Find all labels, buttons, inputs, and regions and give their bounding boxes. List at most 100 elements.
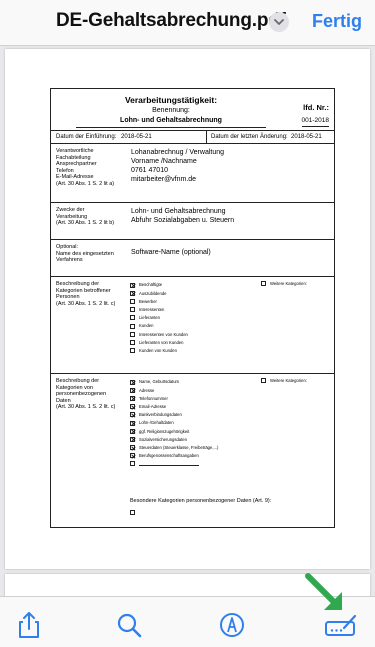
persons-label: Beschreibung der [56, 281, 100, 287]
software-label: Verfahrens [56, 257, 83, 264]
person-category-label: Kunden von Kunden [139, 347, 177, 353]
search-icon[interactable] [114, 611, 144, 639]
bottom-toolbar [0, 596, 375, 647]
phone-value: 0761 47010 [131, 167, 168, 175]
data-category-checkbox[interactable] [130, 387, 135, 393]
data-category-checkbox[interactable] [130, 453, 135, 459]
person-category-label: Bewerber [139, 298, 157, 304]
data-category-item: Bankverbindungsdaten [130, 411, 218, 419]
purpose-values: Lohn- und Gehaltsabrechnung Abfuhr Sozia… [131, 207, 234, 225]
software-label: Optional: [56, 244, 79, 250]
data-label: Daten [56, 397, 71, 404]
data-category-checkbox[interactable] [130, 428, 135, 434]
data-category-checkbox[interactable] [130, 445, 135, 451]
data-category-item: Name, Geburtsdatum [130, 378, 218, 386]
further-categories-label: Weitere Kategorien: [270, 281, 307, 286]
data-category-checkbox[interactable] [130, 395, 135, 401]
naming-label: Benennung: [152, 107, 190, 114]
lfd-value: 001-2018 [301, 117, 329, 128]
signature-icon[interactable] [324, 611, 358, 639]
contact-label: Ansprechpartner [56, 161, 97, 168]
data-category-item: Steuerdaten (Steuerklasse, Freibeträge,.… [130, 444, 218, 452]
form-header: Verarbeitungstätigkeit: Benennung: Lohn-… [51, 89, 334, 130]
person-category-item: Lieferanten von Kunden [130, 338, 188, 346]
person-category-checkbox[interactable] [130, 282, 135, 288]
data-category-label: Adresse [139, 387, 155, 393]
chevron-down-icon[interactable] [269, 12, 289, 32]
data-category-label: Steuerdaten (Steuerklasse, Freibeträge,.… [139, 444, 219, 450]
document-title[interactable]: DE-Gehaltsabrechung.pdf [56, 10, 286, 32]
persons-row: Beschreibung der Kategorien betroffener … [51, 276, 334, 373]
further-categories-checkbox[interactable] [261, 281, 266, 287]
pdf-page: Verarbeitungstätigkeit: Benennung: Lohn-… [5, 49, 370, 569]
data-category-checkbox[interactable] [130, 379, 135, 385]
form-title: Verarbeitungstätigkeit: [124, 95, 218, 105]
person-category-checkbox[interactable] [130, 315, 135, 321]
data-categories-row: Beschreibung der Kategorien von personen… [51, 373, 334, 527]
further-categories: Weitere Kategorien: [261, 281, 307, 287]
data-category-item: Lohn-/Gehaltdaten [130, 419, 218, 427]
processing-form: Verarbeitungstätigkeit: Benennung: Lohn-… [50, 88, 335, 528]
naming-value: Lohn- und Gehaltsabrechnung [76, 117, 266, 128]
person-category-checkbox[interactable] [130, 331, 135, 337]
data-label: Beschreibung der [56, 378, 100, 384]
purpose-value: Lohn- und Gehaltsabrechnung [131, 208, 226, 215]
contact-label: E-Mail-Adresse [56, 174, 94, 181]
data-label: (Art. 30 Abs. 1 S. 2 lit. c) [56, 404, 116, 411]
data-category-item: Berufsgenossenschaftsangaben [130, 452, 218, 460]
last-change-label: Datum der letzten Änderung: [211, 134, 288, 140]
data-category-label: Sozialversicherungsdaten [139, 436, 187, 442]
persons-label: (Art. 30 Abs. 1 S. 2 lit. c) [56, 300, 116, 307]
person-category-label: Interessenten von Kunden [139, 331, 188, 337]
purpose-value: Abfuhr Sozialabgaben u. Steuern [131, 217, 235, 225]
person-category-label: Auszubildende [139, 290, 167, 296]
software-label: Name des eingesetzten [56, 250, 114, 257]
person-category-checkbox[interactable] [130, 290, 135, 296]
markup-icon[interactable] [217, 611, 247, 639]
persons-labels: Beschreibung der Kategorien betroffener … [56, 281, 126, 307]
person-category-item: Beschäftigte [130, 281, 188, 289]
data-category-checkbox[interactable] [130, 412, 135, 418]
data-category-label: ggf. Religionszugehörigkeit [139, 428, 190, 434]
document-viewer[interactable]: Verarbeitungstätigkeit: Benennung: Lohn-… [0, 46, 375, 596]
person-category-label: Kunden [139, 323, 154, 329]
purpose-row: Zwecke der Verarbeitung (Art. 30 Abs. 1 … [51, 202, 334, 239]
person-category-checkbox[interactable] [130, 339, 135, 345]
contact-person-value: Vorname /Nachname [131, 158, 197, 166]
data-category-blank-line[interactable] [139, 462, 199, 466]
person-category-checkbox[interactable] [130, 307, 135, 313]
persons-label: Kategorien betroffener [56, 287, 111, 294]
purpose-labels: Zwecke der Verarbeitung (Art. 30 Abs. 1 … [56, 207, 126, 227]
share-icon[interactable] [14, 611, 44, 639]
further-categories-checkbox[interactable] [261, 378, 266, 384]
data-category-checkbox[interactable] [130, 420, 135, 426]
contact-label: Fachabteilung [56, 154, 91, 161]
email-value: mitarbeiter@vfnm.de [131, 176, 197, 184]
person-category-checkbox[interactable] [130, 323, 135, 329]
data-category-checkbox[interactable] [130, 436, 135, 442]
purpose-label: Zwecke der [56, 207, 85, 213]
intro-date-label: Datum der Einführung: [56, 134, 117, 140]
person-category-item: Bewerber [130, 297, 188, 305]
person-category-checkbox[interactable] [130, 348, 135, 354]
data-category-item: Sozialversicherungsdaten [130, 435, 218, 443]
lfd-label: lfd. Nr.: [303, 103, 329, 112]
intro-date-value: 2018-05-21 [121, 134, 152, 140]
done-button[interactable]: Fertig [312, 11, 362, 32]
data-checkbox-list: Name, Geburtsdatum Adresse Telefonnummer Em… [130, 378, 218, 468]
data-labels: Beschreibung der Kategorien von personen… [56, 378, 126, 411]
dates-row: Datum der Einführung: 2018-05-21 Datum d… [51, 130, 334, 144]
further-categories: Weitere Kategorien: [261, 378, 307, 384]
data-category-item: Adresse [130, 386, 218, 394]
person-category-item: Interessenten [130, 306, 188, 314]
person-category-checkbox[interactable] [130, 298, 135, 304]
person-category-label: Lieferanten von Kunden [139, 339, 184, 345]
special-categories-checkbox[interactable] [130, 510, 135, 515]
data-category-label: Berufsgenossenschaftsangaben [139, 453, 199, 459]
person-category-item: Interessenten von Kunden [130, 330, 188, 338]
data-category-checkbox[interactable] [130, 461, 135, 467]
special-categories-checkbox-wrap [130, 510, 139, 515]
data-category-label: Name, Geburtsdatum [139, 379, 180, 385]
contact-label: Verantwortliche [56, 148, 94, 154]
data-category-checkbox[interactable] [130, 404, 135, 410]
